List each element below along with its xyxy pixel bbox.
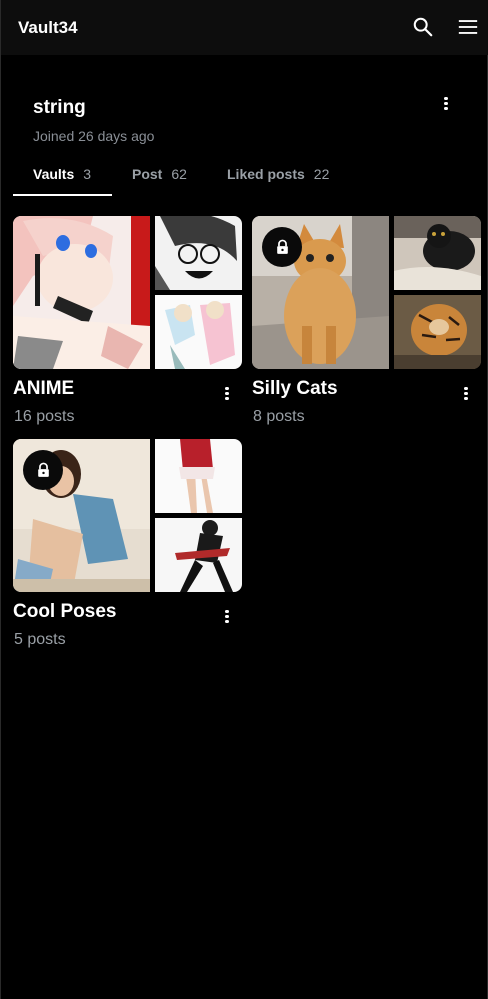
active-tab-indicator: [13, 194, 112, 196]
vault-preview-image: [155, 518, 242, 592]
vault-post-count: 5 posts: [14, 631, 66, 648]
lock-icon: [262, 227, 302, 267]
vault-more-icon[interactable]: [220, 385, 234, 407]
vault-more-icon[interactable]: [220, 608, 234, 630]
tab-post[interactable]: Post 62: [132, 166, 187, 196]
profile-name: string: [33, 97, 86, 118]
vault-cover-image: [13, 216, 150, 369]
vault-preview-image: [155, 295, 242, 369]
vault-preview-image: [155, 216, 242, 290]
tab-label: Vaults: [33, 166, 75, 182]
vault-collage[interactable]: [13, 216, 242, 369]
search-icon[interactable]: [412, 16, 434, 38]
profile-more-icon[interactable]: [439, 95, 453, 117]
tab-label: Post: [132, 166, 163, 182]
vault-post-count: 8 posts: [253, 408, 305, 425]
vault-title[interactable]: ANIME: [13, 378, 74, 400]
lock-icon: [23, 450, 63, 490]
app-frame: Vault34 string Joined 26 days ago Vaults…: [0, 0, 488, 999]
tab-vaults[interactable]: Vaults 3: [33, 166, 91, 196]
vault-collage[interactable]: [13, 439, 242, 592]
vault-title[interactable]: Cool Poses: [13, 601, 116, 623]
vault-preview-image: [394, 216, 481, 290]
tab-liked-posts[interactable]: Liked posts 22: [227, 166, 329, 196]
vault-preview-image: [394, 295, 481, 369]
tab-count: 22: [313, 166, 330, 182]
vault-title[interactable]: Silly Cats: [252, 378, 338, 400]
profile-tabs: Vaults 3 Post 62 Liked posts 22: [13, 166, 477, 196]
tab-count: 3: [83, 166, 92, 182]
app-title[interactable]: Vault34: [18, 18, 78, 38]
vault-collage[interactable]: [252, 216, 481, 369]
vault-preview-image: [155, 439, 242, 513]
tab-count: 62: [171, 166, 187, 182]
joined-date: Joined 26 days ago: [33, 128, 155, 144]
vault-post-count: 16 posts: [14, 408, 75, 425]
vault-more-icon[interactable]: [459, 385, 473, 407]
tab-label: Liked posts: [227, 166, 305, 182]
top-app-bar: Vault34: [1, 0, 488, 55]
hamburger-menu-icon[interactable]: [457, 16, 479, 38]
